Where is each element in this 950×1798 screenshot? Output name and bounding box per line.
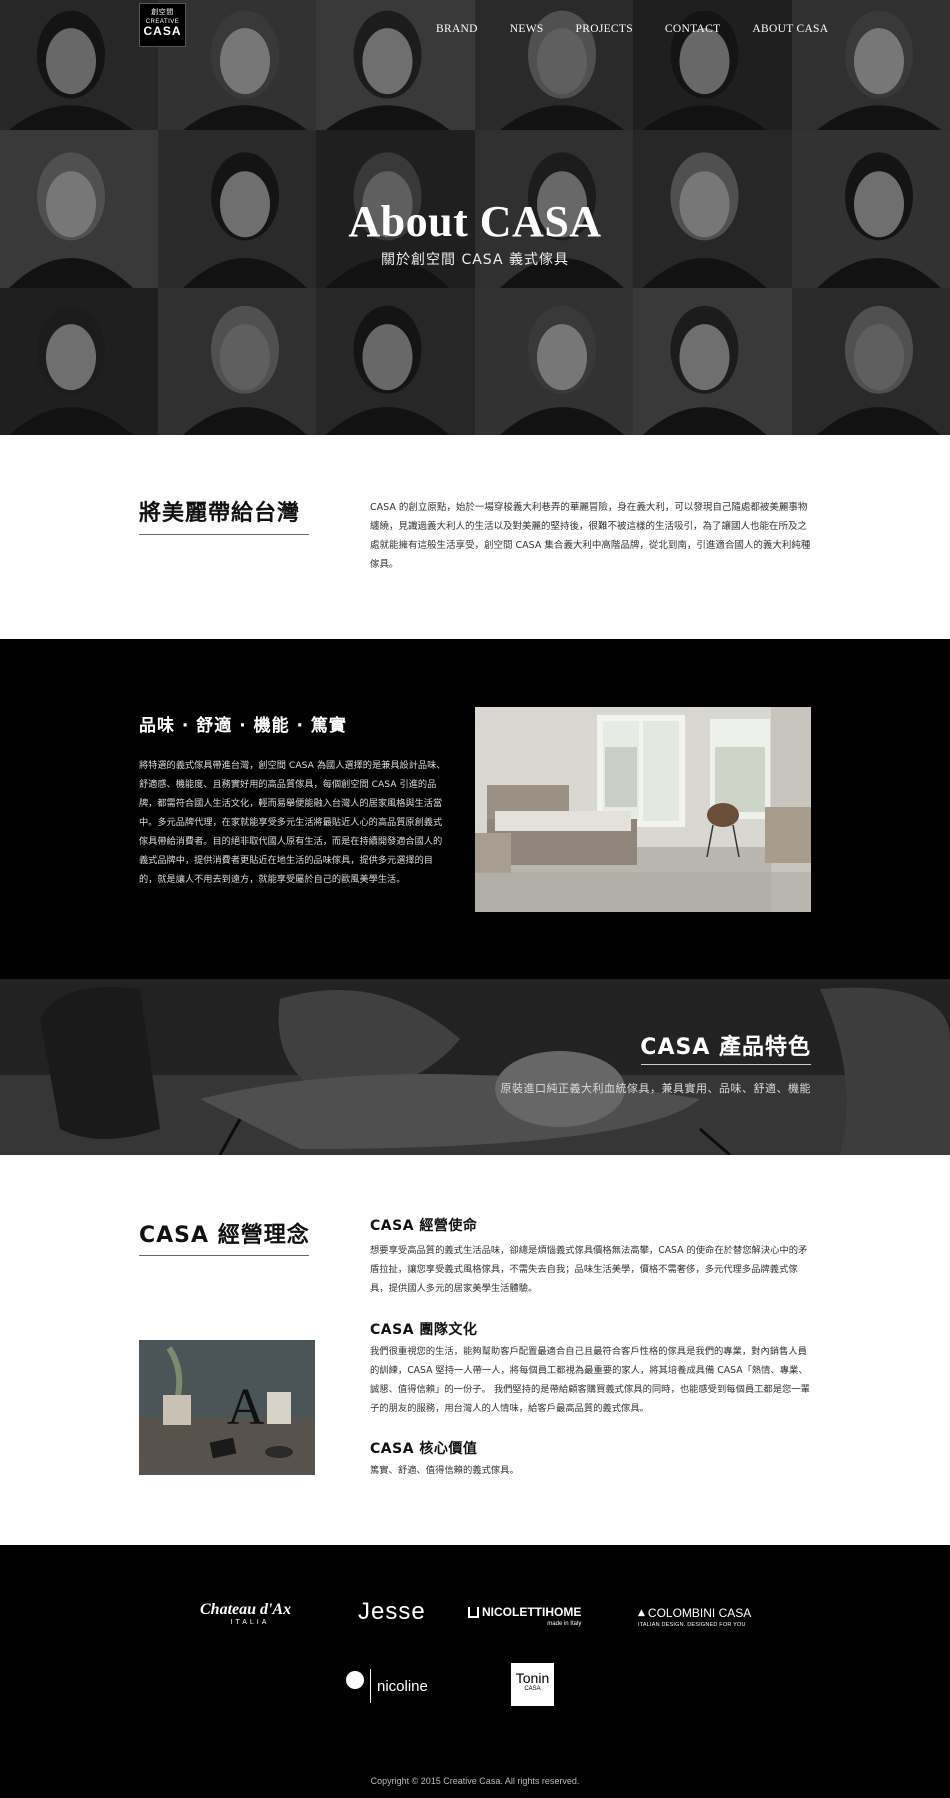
nicoletti-sub: made in Italy xyxy=(547,1621,582,1627)
brand-colombini-casa[interactable]: ▲ COLOMBINI CASA ITALIAN DESIGN. DESIGNE… xyxy=(638,1606,751,1628)
features-heading-rule xyxy=(641,1064,811,1065)
philosophy-heading-rule xyxy=(139,1255,309,1256)
bedroom-photo xyxy=(475,707,811,912)
intro-text: CASA 的創立原點，始於一場穿梭義大利巷弄的華麗冒險，身在義大利，可以發現自己… xyxy=(370,502,811,570)
features-heading: CASA 產品特色 xyxy=(640,1035,811,1060)
team-text: 我們很重視您的生活，能夠幫助客戶配置最適合自己且最符合客戶性格的傢具是我們的專業… xyxy=(370,1346,810,1414)
value-title: CASA 核心價值 xyxy=(370,1441,478,1457)
brand-jesse[interactable]: Jesse xyxy=(358,1600,426,1624)
colombini-sub: ITALIAN DESIGN. DESIGNED FOR YOU xyxy=(638,1622,746,1628)
value-text: 篤實、舒適、值得信賴的義式傢具。 xyxy=(370,1465,519,1476)
philosophy-section: CASA 經營理念 A CASA 經營使命 想要享受高品質的義式生活品味，卻總是… xyxy=(0,1155,950,1545)
colombini-name: COLOMBINI CASA xyxy=(647,1606,752,1620)
hero-banner: 創空間 CREATIVE CASA BRAND NEWS PROJECTS CO… xyxy=(0,0,950,435)
page-title: About CASA xyxy=(348,197,602,246)
logo-chinese: 創空間 xyxy=(151,9,174,16)
mission-text: 想要享受高品質的義式生活品味，卻總是煩惱義式傢具價格無法高攀，CASA 的使命在… xyxy=(370,1245,808,1294)
nav-projects[interactable]: PROJECTS xyxy=(576,23,633,35)
site-footer: Chateau d'Ax ITALIA Jesse NICOLETTIHOME … xyxy=(0,1545,950,1798)
nav-about-casa[interactable]: ABOUT CASA xyxy=(752,23,828,35)
nicoline-name: nicoline xyxy=(377,1677,428,1695)
intro-section: 將美麗帶給台灣 CASA 的創立原點，始於一場穿梭義大利巷弄的華麗冒險，身在義大… xyxy=(0,435,950,639)
page-subtitle: 關於創空間 CASA 義式傢具 xyxy=(381,252,569,268)
nicoletti-mark-icon xyxy=(468,1606,479,1618)
features-banner: CASA 產品特色 原裝進口純正義大利血統傢具，兼具實用、品味、舒適、機能 xyxy=(0,979,950,1155)
brand-nicoletti-home[interactable]: NICOLETTIHOME made in Italy xyxy=(468,1605,581,1627)
brand-chateau-dax[interactable]: Chateau d'Ax ITALIA xyxy=(200,1601,318,1626)
taste-section: 品味 · 舒適 · 機能 · 篤實 將特選的義式傢具帶進台灣，創空間 CASA … xyxy=(0,639,950,979)
taste-heading: 品味 · 舒適 · 機能 · 篤實 xyxy=(139,716,347,736)
tonin-sub: CASA xyxy=(524,1686,541,1692)
colombini-mark-icon: ▲ xyxy=(638,1608,645,1618)
tonin-name: Tonin xyxy=(515,1670,550,1686)
intro-heading-rule xyxy=(139,534,309,535)
philosophy-heading: CASA 經營理念 xyxy=(139,1223,310,1248)
chair-background xyxy=(0,979,950,1155)
brand-nicoline[interactable]: nicoline xyxy=(346,1669,428,1703)
nicoline-mark-icon xyxy=(346,1671,364,1689)
svg-text:A: A xyxy=(227,1379,265,1436)
logo-casa: CASA xyxy=(143,24,182,38)
brand-tonin-casa[interactable]: Tonin CASA xyxy=(511,1663,554,1706)
copyright-text: Copyright © 2015 Creative Casa. All righ… xyxy=(370,1776,580,1786)
chateau-name: Chateau d'Ax xyxy=(200,1601,292,1618)
nav-contact[interactable]: CONTACT xyxy=(665,23,720,35)
site-logo[interactable]: 創空間 CREATIVE CASA xyxy=(139,3,186,47)
nav-brand[interactable]: BRAND xyxy=(436,23,478,35)
team-title: CASA 團隊文化 xyxy=(370,1322,478,1338)
nav-news[interactable]: NEWS xyxy=(510,23,544,35)
letter-a-photo: A xyxy=(139,1340,315,1475)
mission-title: CASA 經營使命 xyxy=(370,1218,478,1234)
main-nav: BRAND NEWS PROJECTS CONTACT ABOUT CASA xyxy=(436,23,860,35)
intro-heading: 將美麗帶給台灣 xyxy=(139,501,301,526)
chateau-sub: ITALIA xyxy=(230,1619,270,1626)
taste-text: 將特選的義式傢具帶進台灣，創空間 CASA 為國人選擇的是兼具設計品味、舒適感、… xyxy=(139,760,446,885)
features-text: 原裝進口純正義大利血統傢具，兼具實用、品味、舒適、機能 xyxy=(500,1082,811,1095)
nicoletti-name: NICOLETTIHOME xyxy=(482,1605,582,1619)
